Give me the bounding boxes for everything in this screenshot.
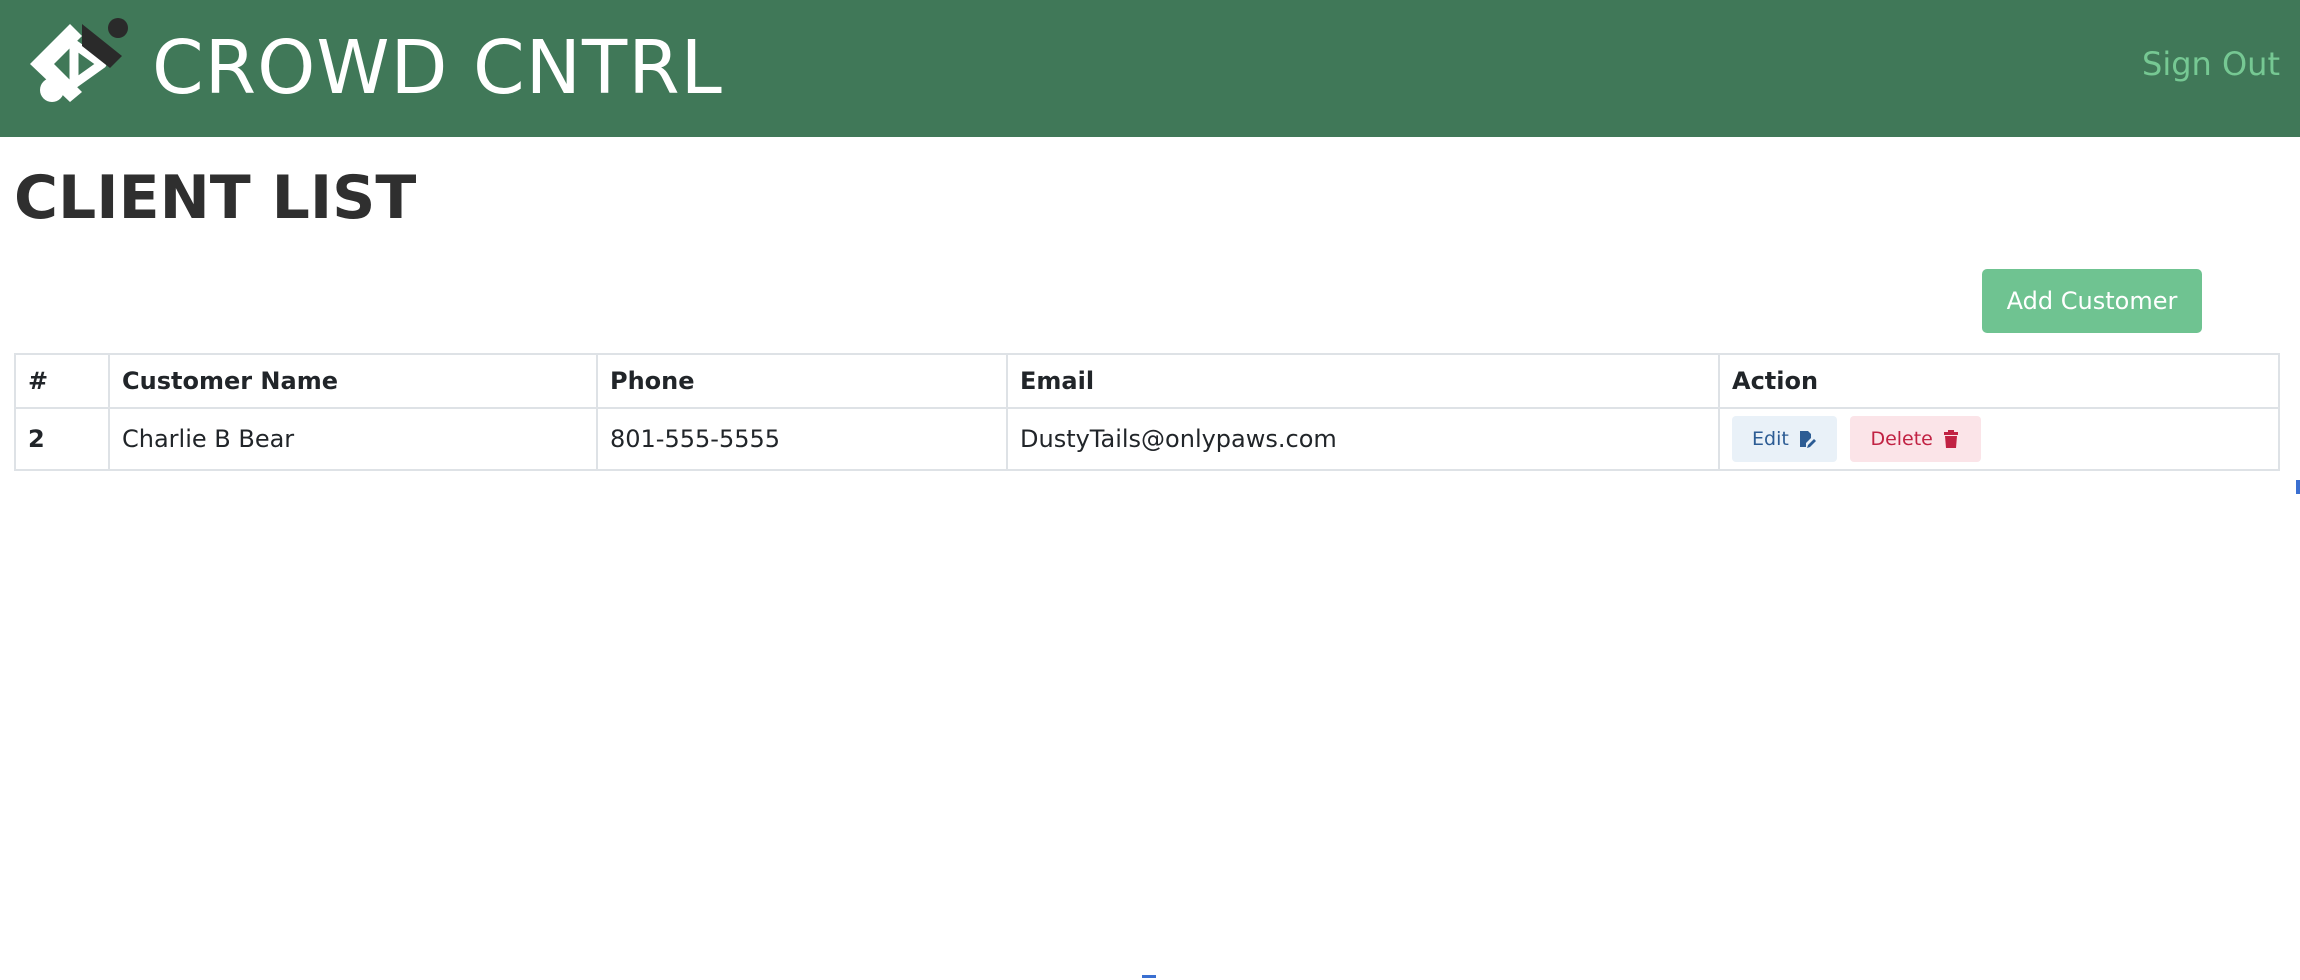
brand-name: CROWD CNTRL bbox=[152, 25, 723, 111]
column-header-email: Email bbox=[1006, 353, 1720, 409]
scrollbar-marker bbox=[2296, 480, 2300, 494]
edit-icon bbox=[1799, 431, 1816, 448]
table-header-row: # Customer Name Phone Email Action bbox=[14, 353, 2280, 409]
app-header: CROWD CNTRL Sign Out bbox=[0, 0, 2300, 137]
crowd-cntrl-logo-icon bbox=[30, 18, 128, 102]
bottom-marker bbox=[1142, 975, 1156, 978]
action-cell: Edit Delete bbox=[1718, 407, 2280, 471]
column-header-phone: Phone bbox=[596, 353, 1008, 409]
page-title: CLIENT LIST bbox=[14, 163, 417, 233]
delete-button[interactable]: Delete bbox=[1850, 416, 1981, 462]
edit-button-label: Edit bbox=[1752, 428, 1789, 450]
email-cell: DustyTails@onlypaws.com bbox=[1006, 407, 1720, 471]
column-header-number: # bbox=[14, 353, 110, 409]
add-customer-button[interactable]: Add Customer bbox=[1982, 269, 2202, 333]
table-row: 2 Charlie B Bear 801-555-5555 DustyTails… bbox=[14, 407, 2280, 471]
column-header-customer-name: Customer Name bbox=[108, 353, 598, 409]
sign-out-link[interactable]: Sign Out bbox=[2142, 42, 2280, 86]
edit-button[interactable]: Edit bbox=[1732, 416, 1837, 462]
client-table: # Customer Name Phone Email Action 2 Cha… bbox=[14, 353, 2280, 471]
trash-icon bbox=[1943, 430, 1958, 448]
customer-name-cell: Charlie B Bear bbox=[108, 407, 598, 471]
phone-cell: 801-555-5555 bbox=[596, 407, 1008, 471]
delete-button-label: Delete bbox=[1870, 428, 1933, 450]
column-header-action: Action bbox=[1718, 353, 2280, 409]
row-number: 2 bbox=[14, 407, 110, 471]
